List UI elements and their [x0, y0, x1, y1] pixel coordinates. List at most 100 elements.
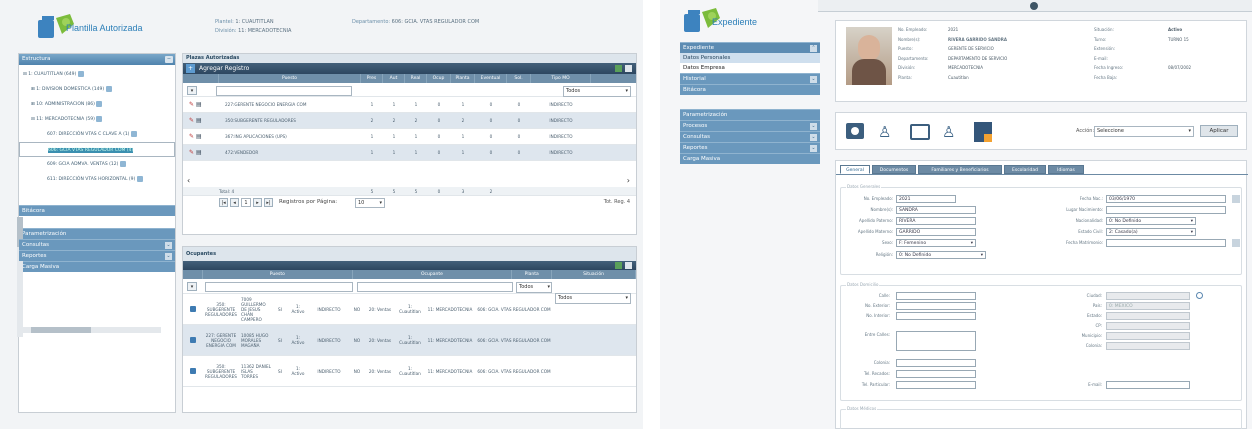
delete-icon[interactable]: ▤	[196, 133, 202, 140]
panel-reportes[interactable]: Reportes ⌄	[680, 142, 820, 153]
dom-input[interactable]	[896, 312, 976, 320]
info-icon[interactable]	[1030, 2, 1038, 10]
plazas-row[interactable]: ✎ ▤ 350:SUBGERENTE REGULADORES 2 2 2 0 2 0 0 INDIR…	[183, 113, 636, 129]
tab-escolaridad[interactable]: Escolaridad	[1004, 165, 1046, 174]
tree-node[interactable]: ⊞ 10: ADMINISTRACION (86)	[19, 97, 175, 112]
panel-bitacora[interactable]: Bitácora	[19, 205, 175, 216]
tab-familiares[interactable]: Familiares y Beneficiarios	[918, 165, 1002, 174]
col-sol[interactable]: Sol.	[507, 74, 531, 83]
col-pres[interactable]: Pres	[361, 74, 383, 83]
nacionalidad-select[interactable]: 0: No Definido ▾	[1106, 217, 1196, 225]
expand-icon[interactable]: ⌄	[810, 134, 817, 141]
panel-expediente[interactable]: Expediente ⌃	[680, 42, 820, 53]
tree-node[interactable]: ⊟ 1: CUAUTITLAN (649)	[19, 67, 175, 82]
edit-icon[interactable]: ✎	[189, 101, 194, 108]
user-settings-icon[interactable]: ♙	[942, 123, 960, 141]
fecha-nac-input[interactable]: 03/06/1970	[1106, 195, 1226, 203]
dom-input[interactable]	[1106, 342, 1190, 350]
apellido-materno-input[interactable]: GARRIDO	[896, 228, 976, 236]
user-edit-icon[interactable]: ♙	[878, 123, 896, 141]
expand-icon[interactable]: ⌄	[810, 123, 817, 130]
col-planta[interactable]: Planta	[512, 270, 553, 279]
ocupantes-row[interactable]: 227: GERENTE NEGOCIO ENERGIA COM 10085 HU…	[183, 325, 636, 356]
tree-vscrollbar[interactable]	[17, 217, 23, 337]
filter-icon[interactable]: ▾	[187, 282, 197, 291]
panel-historial[interactable]: Historial ⌄	[680, 73, 820, 84]
apellido-paterno-input[interactable]: RIVERA	[896, 217, 976, 225]
expand-icon[interactable]: ⌄	[165, 242, 172, 249]
col-ocup[interactable]: Ocup	[427, 74, 451, 83]
print-icon[interactable]	[625, 65, 632, 72]
panel-procesos[interactable]: Procesos ⌄	[680, 120, 820, 131]
panel-reportes[interactable]: Reportes ⌄	[19, 250, 175, 261]
prev-page-button[interactable]: ◂	[230, 198, 239, 207]
plazas-row[interactable]: ✎ ▤ 367:ING APLICACIONES (UPS) 1 1 1 0 1 0 0 INDIR…	[183, 129, 636, 145]
situacion-filter-select[interactable]: Todos ▾	[555, 293, 631, 304]
search-icon[interactable]	[1196, 292, 1203, 299]
folder-icon[interactable]	[190, 368, 196, 374]
dom-input[interactable]	[896, 331, 976, 351]
col-puesto[interactable]: Puesto	[203, 270, 353, 279]
panel-carga-masiva[interactable]: Carga Masiva	[680, 153, 820, 164]
dom-input[interactable]	[1106, 381, 1190, 389]
panel-consultas[interactable]: Consultas ⌄	[19, 239, 175, 250]
col-situacion[interactable]: Situación	[552, 270, 636, 279]
calendar-icon[interactable]	[1232, 239, 1240, 247]
excel-icon[interactable]	[615, 262, 622, 269]
panel-carga-masiva[interactable]: Carga Masiva	[19, 261, 175, 272]
dom-input[interactable]: 0: MEXICO	[1106, 302, 1190, 310]
add-icon[interactable]: +	[186, 64, 195, 73]
edit-icon[interactable]: ✎	[189, 133, 194, 140]
delete-icon[interactable]: ▤	[196, 117, 202, 124]
dom-input[interactable]	[1106, 322, 1190, 330]
collapse-icon[interactable]: −	[165, 56, 173, 63]
dom-input[interactable]	[896, 381, 976, 389]
ocupantes-row[interactable]: 350: SUBGERENTE REGULADORES 11362 DANIEL …	[183, 356, 636, 387]
user-document-icon[interactable]	[974, 122, 992, 142]
dom-input[interactable]	[1106, 292, 1190, 300]
col-real[interactable]: Real	[405, 74, 427, 83]
per-page-select[interactable]: 10 ▾	[355, 198, 385, 208]
religion-select[interactable]: 0: No Definido ▾	[896, 251, 986, 259]
dom-input[interactable]	[896, 292, 976, 300]
fecha-matrimonio-input[interactable]	[1106, 239, 1226, 247]
filter-icon[interactable]: ▾	[187, 86, 197, 95]
menu-datos-personales[interactable]: Datos Personales	[680, 53, 820, 63]
edit-icon[interactable]: ✎	[189, 149, 194, 156]
col-tipo-mo[interactable]: Tipo MO	[531, 74, 591, 83]
next-page-button[interactable]: ▸	[253, 198, 262, 207]
col-puesto[interactable]: Puesto	[219, 74, 361, 83]
last-page-button[interactable]: ▸|	[264, 198, 273, 207]
add-record-button[interactable]: Agregar Registro	[199, 65, 249, 72]
photo-camera-icon[interactable]	[910, 124, 930, 140]
lugar-nacimiento-input[interactable]	[1106, 206, 1226, 214]
excel-icon[interactable]	[615, 65, 622, 72]
expand-icon[interactable]: ⌄	[810, 145, 817, 152]
calendar-icon[interactable]	[1232, 195, 1240, 203]
first-page-button[interactable]: |◂	[219, 198, 228, 207]
nombre-input[interactable]: SANDRA	[896, 206, 976, 214]
dom-input[interactable]	[896, 302, 976, 310]
tree-node[interactable]: 611: DIRECCIÓN VTAS HORIZONTAL (9)	[19, 172, 175, 187]
ocupante-filter-input[interactable]	[357, 282, 513, 292]
panel-bitacora[interactable]: Bitácora	[680, 84, 820, 95]
col-eventual[interactable]: Eventual	[475, 74, 507, 83]
dom-input[interactable]	[1106, 312, 1190, 320]
tree-node[interactable]: 607: DIRECCIÓN VTAS C CLAVE A (1)	[19, 127, 175, 142]
folder-icon[interactable]	[190, 306, 196, 312]
panel-parametrizacion[interactable]: Parametrización	[19, 228, 175, 239]
collapse-icon[interactable]: ⌃	[810, 45, 817, 52]
edit-icon[interactable]: ✎	[189, 117, 194, 124]
expand-icon[interactable]: ⌄	[165, 253, 172, 260]
panel-parametrizacion[interactable]: Parametrización	[680, 109, 820, 120]
delete-icon[interactable]: ▤	[196, 101, 202, 108]
plazas-hscroll[interactable]: ‹ ›	[183, 175, 636, 187]
menu-datos-empresa[interactable]: Datos Empresa	[680, 63, 820, 73]
sexo-select[interactable]: F: Femenino ▾	[896, 239, 976, 247]
panel-estructura-header[interactable]: Estructura −	[19, 54, 175, 65]
aplicar-button[interactable]: Aplicar	[1200, 125, 1238, 137]
tree-node-selected[interactable]: 606: GCIA VTAS REGULADOR COM (4)	[19, 142, 175, 157]
col-planta[interactable]: Planta	[451, 74, 475, 83]
dom-input[interactable]	[896, 370, 976, 378]
plazas-row[interactable]: ✎ ▤ 472:VENDEDOR 1 1 1 0 1 0 0 INDIRECTO	[183, 145, 636, 161]
